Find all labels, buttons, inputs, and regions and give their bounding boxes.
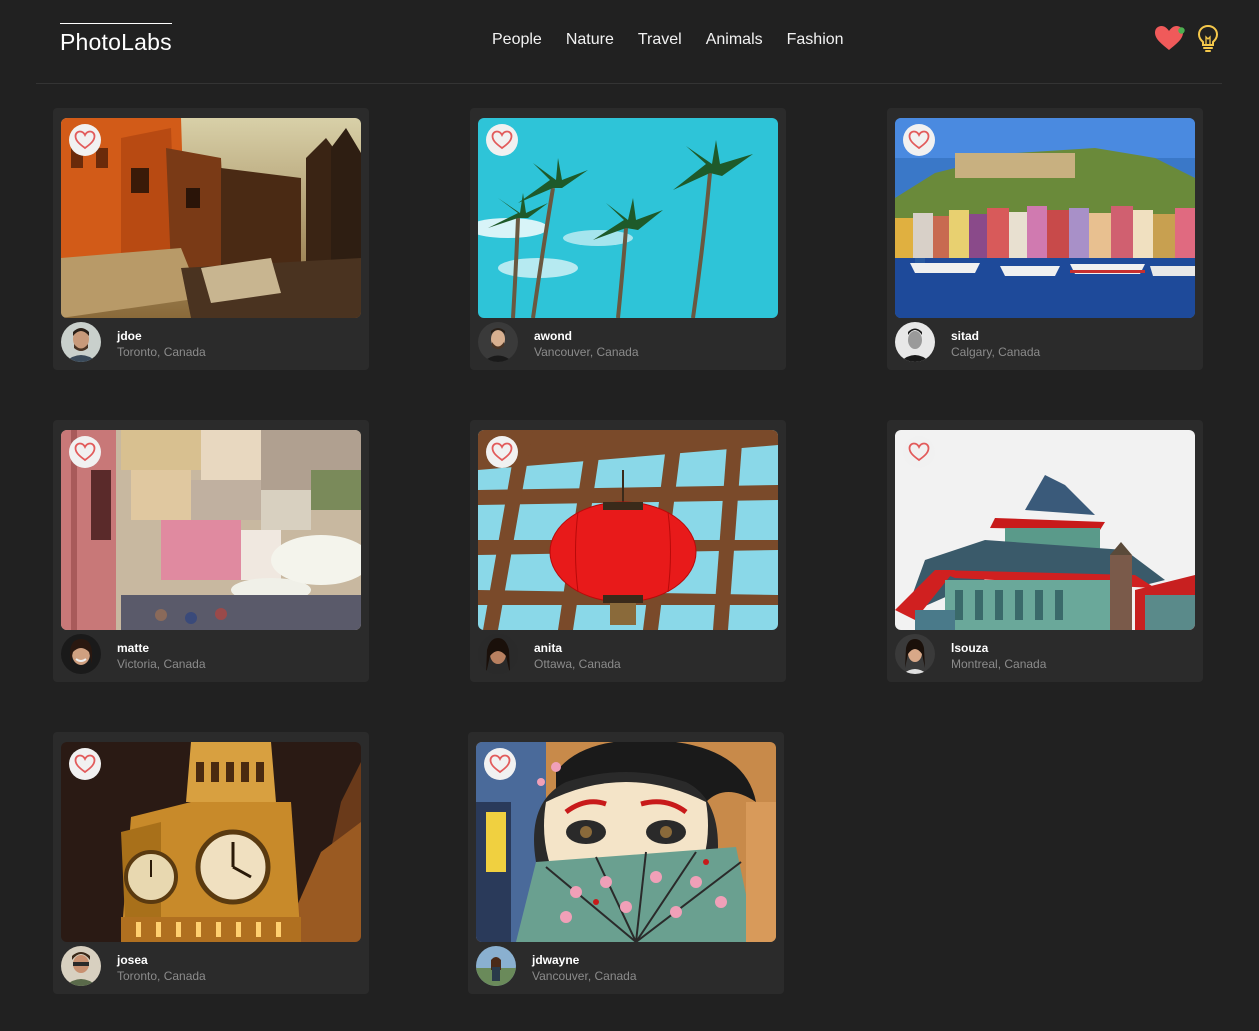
favourite-button[interactable] xyxy=(486,436,518,468)
heart-outline-icon xyxy=(74,442,96,462)
avatar xyxy=(478,634,518,674)
photo-location: Ottawa, Canada xyxy=(534,657,621,671)
photo-card: lsouza Montreal, Canada xyxy=(887,420,1203,682)
avatar xyxy=(476,946,516,986)
photo-location: Victoria, Canada xyxy=(117,657,206,671)
photo-card: matte Victoria, Canada xyxy=(53,420,369,682)
photo-card: awond Vancouver, Canada xyxy=(470,108,786,370)
photo-card: sitad Calgary, Canada xyxy=(887,108,1203,370)
heart-outline-icon xyxy=(908,442,930,462)
photo-username: awond xyxy=(534,329,572,343)
favourite-button[interactable] xyxy=(69,436,101,468)
lightbulb-icon[interactable] xyxy=(1196,24,1220,52)
avatar xyxy=(895,322,935,362)
favourite-button[interactable] xyxy=(903,124,935,156)
favourites-badge[interactable] xyxy=(1153,23,1187,53)
photo-username: anita xyxy=(534,641,563,655)
photo-image[interactable] xyxy=(61,118,361,318)
notification-dot xyxy=(1178,27,1185,34)
photo-card: anita Ottawa, Canada xyxy=(470,420,786,682)
avatar xyxy=(61,946,101,986)
nav-divider xyxy=(36,83,1222,84)
photo-location: Vancouver, Canada xyxy=(532,969,637,983)
heart-outline-icon xyxy=(491,130,513,150)
photo-username: sitad xyxy=(951,329,980,343)
app-logo[interactable]: PhotoLabs xyxy=(60,23,172,55)
photo-location: Calgary, Canada xyxy=(951,345,1041,359)
heart-outline-icon xyxy=(491,442,513,462)
photo-card: jdwayne Vancouver, Canada xyxy=(468,732,784,994)
photo-location: Toronto, Canada xyxy=(117,969,206,983)
favourite-button[interactable] xyxy=(484,748,516,780)
photo-image[interactable] xyxy=(61,742,361,942)
heart-outline-icon xyxy=(74,754,96,774)
photo-image[interactable] xyxy=(478,118,778,318)
topic-fashion[interactable]: Fashion xyxy=(787,30,844,50)
topic-nature[interactable]: Nature xyxy=(566,30,614,50)
topic-travel[interactable]: Travel xyxy=(638,30,682,50)
photo-image[interactable] xyxy=(61,430,361,630)
heart-icon xyxy=(1155,26,1185,50)
topic-animals[interactable]: Animals xyxy=(706,30,763,50)
topic-people[interactable]: People xyxy=(492,30,542,50)
photo-card: josea Toronto, Canada xyxy=(53,732,369,994)
favourite-button[interactable] xyxy=(903,436,935,468)
photo-card: jdoe Toronto, Canada xyxy=(53,108,369,370)
photo-username: josea xyxy=(117,953,148,967)
photo-username: jdwayne xyxy=(532,953,580,967)
heart-outline-icon xyxy=(489,754,511,774)
photo-location: Toronto, Canada xyxy=(117,345,206,359)
photo-username: matte xyxy=(117,641,150,655)
photo-image[interactable] xyxy=(476,742,776,942)
favourite-button[interactable] xyxy=(69,748,101,780)
top-navigation-bar: PhotoLabs People Nature Travel Animals F… xyxy=(0,0,1259,84)
photo-username: jdoe xyxy=(117,329,142,343)
photo-location: Vancouver, Canada xyxy=(534,345,639,359)
favourite-button[interactable] xyxy=(69,124,101,156)
photo-image[interactable] xyxy=(895,430,1195,630)
photo-username: lsouza xyxy=(951,641,989,655)
avatar xyxy=(61,322,101,362)
photo-image[interactable] xyxy=(895,118,1195,318)
heart-outline-icon xyxy=(908,130,930,150)
avatar xyxy=(478,322,518,362)
photo-location: Montreal, Canada xyxy=(951,657,1047,671)
avatar xyxy=(895,634,935,674)
topic-list: People Nature Travel Animals Fashion xyxy=(492,30,844,50)
favourite-button[interactable] xyxy=(486,124,518,156)
avatar xyxy=(61,634,101,674)
photo-image[interactable] xyxy=(478,430,778,630)
heart-outline-icon xyxy=(74,130,96,150)
